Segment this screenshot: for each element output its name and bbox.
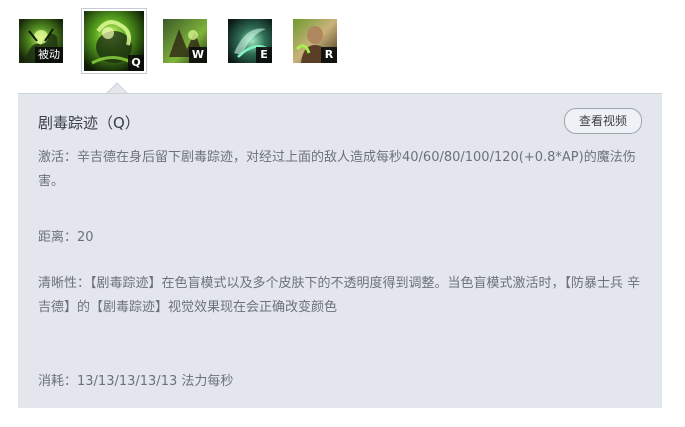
skill-w-button[interactable]: W [163,19,207,63]
skill-cost-text: 消耗：13/13/13/13/13 法力每秒 [38,374,234,389]
skill-clarity-text: 清晰性：【剧毒踪迹】在色盲模式以及多个皮肤下的不透明度得到调整。当色盲模式激活时… [38,276,641,315]
skill-key-label: 被动 [35,47,63,63]
skill-q-button[interactable]: Q [81,8,147,74]
skill-title: 剧毒踪迹（Q） [38,114,140,132]
skill-range-text: 距离：20 [38,230,94,245]
skill-activation-text: 激活：辛吉德在身后留下剧毒踪迹，对经过上面的敌人造成每秒40/60/80/100… [38,150,636,189]
skill-key-label: Q [128,55,144,71]
skill-key-label: R [321,47,337,63]
skill-passive-button[interactable]: 被动 [19,19,63,63]
skill-key-label: W [188,47,207,63]
view-video-button[interactable]: 查看视频 [564,108,642,134]
skill-r-button[interactable]: R [293,19,337,63]
skill-e-button[interactable]: E [228,19,272,63]
skill-description-panel: 剧毒踪迹（Q） 查看视频 激活：辛吉德在身后留下剧毒踪迹，对经过上面的敌人造成每… [18,93,662,408]
skill-key-label: E [256,47,272,63]
